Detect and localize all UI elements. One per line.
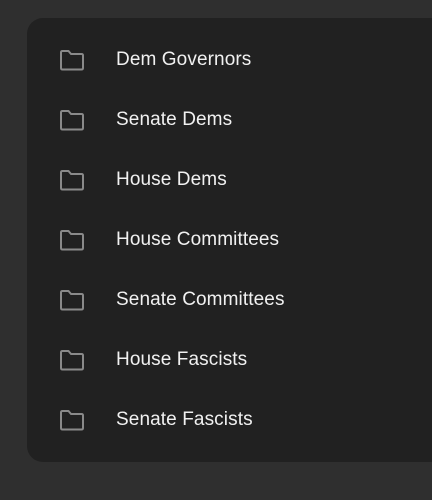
- folder-icon: [58, 286, 86, 314]
- folder-item-label: Senate Fascists: [116, 409, 253, 430]
- folder-item-label: Senate Dems: [116, 109, 233, 130]
- folder-icon: [58, 166, 86, 194]
- folder-list-panel: Dem Governors Senate Dems House Dems Hou…: [27, 18, 432, 462]
- folder-item-senate-dems[interactable]: Senate Dems: [27, 90, 432, 150]
- folder-item-senate-fascists[interactable]: Senate Fascists: [27, 390, 432, 450]
- folder-icon: [58, 46, 86, 74]
- folder-item-label: House Committees: [116, 229, 280, 250]
- folder-icon: [58, 226, 86, 254]
- folder-icon: [58, 346, 86, 374]
- folder-item-house-committees[interactable]: House Committees: [27, 210, 432, 270]
- folder-item-dem-governors[interactable]: Dem Governors: [27, 30, 432, 90]
- folder-icon: [58, 106, 86, 134]
- folder-item-label: House Fascists: [116, 349, 248, 370]
- folder-item-label: Dem Governors: [116, 49, 252, 70]
- folder-item-house-dems[interactable]: House Dems: [27, 150, 432, 210]
- folder-item-senate-committees[interactable]: Senate Committees: [27, 270, 432, 330]
- folder-icon: [58, 406, 86, 434]
- folder-item-house-fascists[interactable]: House Fascists: [27, 330, 432, 390]
- folder-item-label: House Dems: [116, 169, 227, 190]
- folder-item-label: Senate Committees: [116, 289, 285, 310]
